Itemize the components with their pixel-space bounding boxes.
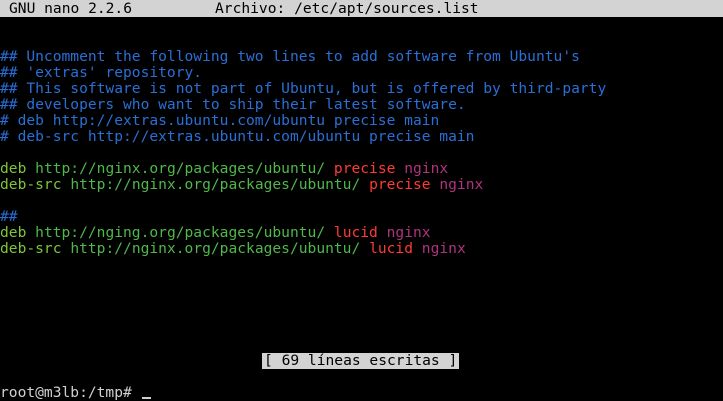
entry-type: deb: [0, 224, 27, 241]
comment-line: ## developers who want to ship their lat…: [0, 96, 466, 113]
entry-component: nginx: [439, 176, 484, 193]
comment-line: # deb-src http://extras.ubuntu.com/ubunt…: [0, 128, 475, 145]
app-name: GNU nano 2.2.6: [9, 0, 133, 17]
entry-component: nginx: [421, 240, 466, 257]
nano-title-bar: GNU nano 2.2.6 Archivo: /etc/apt/sources…: [0, 0, 723, 17]
entry-url: http://nging.org/packages/ubuntu/: [35, 224, 326, 241]
status-message: [ 69 líneas escritas ]: [262, 352, 460, 369]
source-entry: deb-src http://nginx.org/packages/ubuntu…: [0, 241, 466, 257]
entry-type: deb-src: [0, 176, 62, 193]
entry-type: deb-src: [0, 240, 62, 257]
shell-prompt[interactable]: root@m3lb:/tmp#: [0, 385, 151, 401]
file-name: Archivo: /etc/apt/sources.list: [215, 0, 479, 17]
comment-line: ## This software is not part of Ubuntu, …: [0, 80, 607, 97]
prompt-text: root@m3lb:/tmp#: [0, 384, 141, 401]
source-entry: deb http://nginx.org/packages/ubuntu/ pr…: [0, 161, 448, 177]
entry-dist: precise: [333, 160, 396, 177]
source-entry: deb-src http://nginx.org/packages/ubuntu…: [0, 177, 483, 193]
comment-line: ## 'extras' repository.: [0, 64, 203, 81]
source-entry: deb http://nging.org/packages/ubuntu/ lu…: [0, 225, 431, 241]
comment-line: ## Uncomment the following two lines to …: [0, 48, 580, 65]
entry-dist: lucid: [369, 240, 413, 257]
cursor: [141, 397, 151, 399]
entry-type: deb: [0, 160, 27, 177]
entry-url: http://nginx.org/packages/ubuntu/: [35, 160, 326, 177]
comment-line: ##: [0, 208, 18, 225]
entry-dist: lucid: [333, 224, 378, 241]
entry-component: nginx: [386, 224, 431, 241]
entry-component: nginx: [404, 160, 449, 177]
entry-url: http://nginx.org/packages/ubuntu/: [70, 176, 361, 193]
entry-dist: precise: [369, 176, 431, 193]
entry-url: http://nginx.org/packages/ubuntu/: [70, 240, 361, 257]
comment-line: # deb http://extras.ubuntu.com/ubuntu pr…: [0, 112, 440, 129]
